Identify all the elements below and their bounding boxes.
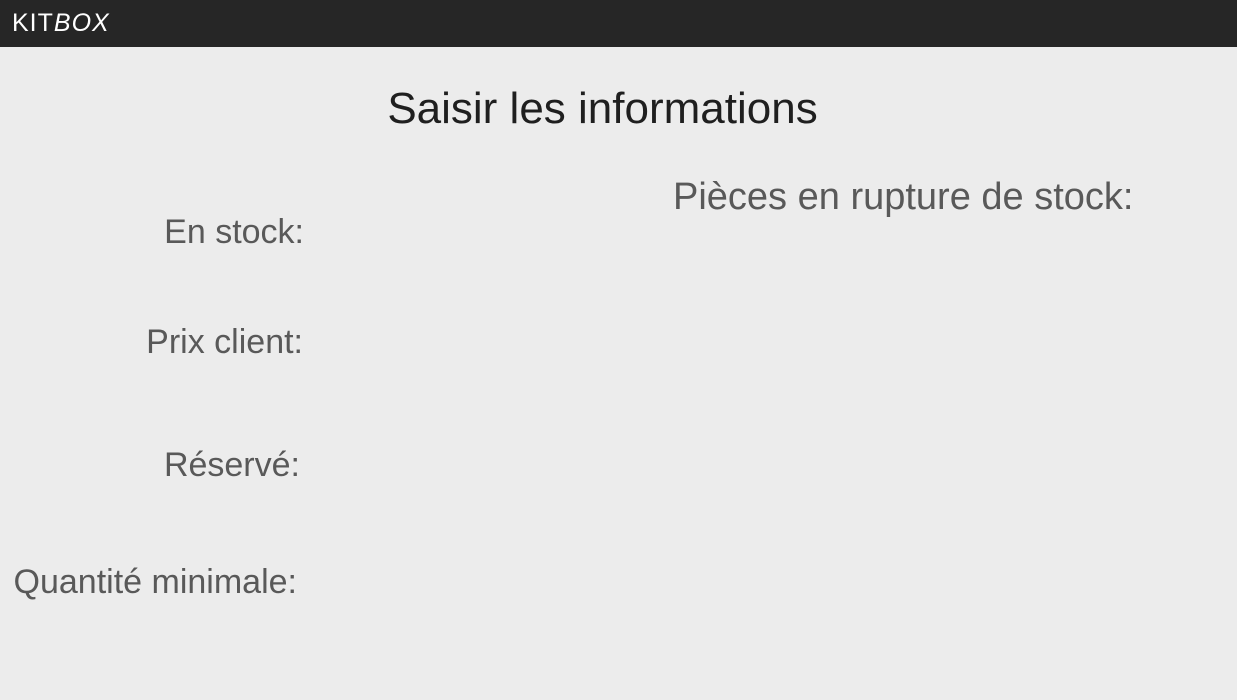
kitbox-logo[interactable]: KITBOX: [12, 9, 110, 37]
top-bar: KITBOX: [0, 0, 1237, 47]
en-stock-label: En stock:: [164, 213, 304, 251]
logo-box-text: BOX: [53, 9, 110, 37]
page-title: Saisir les informations: [387, 84, 818, 133]
reserve-label: Réservé:: [163, 446, 300, 484]
prix-client-label: Prix client:: [146, 323, 303, 361]
logo-kit-text: KIT: [12, 9, 54, 37]
quantite-minimale-label: Quantité minimale:: [13, 563, 297, 601]
out-of-stock-heading: Pièces en rupture de stock:: [673, 176, 1134, 218]
